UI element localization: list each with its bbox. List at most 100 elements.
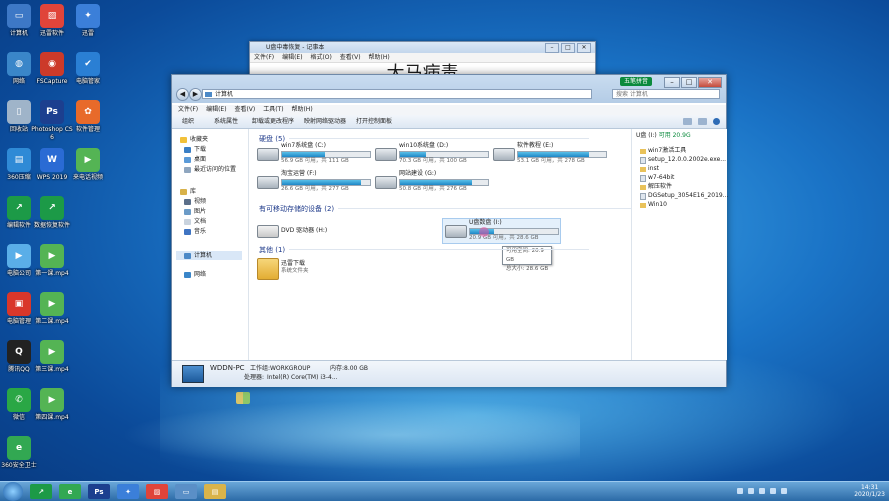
nav-libraries[interactable]: 库 xyxy=(180,187,196,196)
open-control-panel-button[interactable]: 打开控制面板 xyxy=(356,115,392,128)
forward-arrow-icon[interactable]: ▶ xyxy=(189,88,202,101)
drive-usage-bar xyxy=(281,179,371,186)
hard-drive-item[interactable]: 淘宝运营 (F:) 26.6 GB 可用，共 277 GB xyxy=(257,170,387,196)
desktop-icon-item[interactable]: ✿ 软件管理 xyxy=(66,100,110,134)
desktop-icon-item[interactable]: ▶ 第四课.mp4 xyxy=(30,388,74,422)
folder-icon xyxy=(640,166,646,172)
uninstall-program-button[interactable]: 卸载或更改程序 xyxy=(252,115,294,128)
drive-free-space: 26.6 GB 可用，共 277 GB xyxy=(281,186,349,192)
desktop-icon-item[interactable]: ▶ 第一课.mp4 xyxy=(30,244,74,278)
drive-usage-fill xyxy=(282,180,362,185)
desktop-icon-item[interactable]: ✔ 电脑管家 xyxy=(66,52,110,86)
preview-file-item[interactable]: Win10 xyxy=(640,201,667,209)
hard-drive-item[interactable]: 网站建设 (G:) 50.8 GB 可用，共 276 GB xyxy=(375,170,505,196)
nav-pictures[interactable]: 图片 xyxy=(184,207,206,216)
preview-file-item[interactable]: win7激活工具 xyxy=(640,147,686,155)
desktop-icon-item[interactable]: ▶ 第二课.mp4 xyxy=(30,292,74,326)
minimize-icon[interactable]: – xyxy=(664,77,680,88)
nav-downloads[interactable]: 下载 xyxy=(184,145,206,154)
address-bar[interactable]: 计算机 xyxy=(202,89,592,99)
desktop-icon-label: 数据恢复软件 xyxy=(33,222,70,229)
taskbar-app-button[interactable]: ▭ xyxy=(175,484,197,499)
close-icon[interactable]: ✕ xyxy=(577,43,591,53)
nav-videos[interactable]: 视频 xyxy=(184,197,206,206)
desktop-icon-item[interactable]: e 360安全卫士 xyxy=(0,436,41,470)
menu-view[interactable]: 查看(V) xyxy=(234,106,255,113)
hard-drive-item[interactable]: win10系统盘 (D:) 70.3 GB 可用，共 100 GB xyxy=(375,142,505,168)
workgroup-label: 工作组: xyxy=(250,365,271,372)
help-icon[interactable] xyxy=(713,118,720,125)
menu-tools[interactable]: 工具(T) xyxy=(263,106,283,113)
search-input[interactable]: 搜索 计算机 xyxy=(612,89,720,99)
tray-volume-icon[interactable] xyxy=(759,488,765,494)
wallpaper-glow-2 xyxy=(120,400,580,470)
app-icon: e xyxy=(7,436,31,460)
tray-network-icon[interactable] xyxy=(748,488,754,494)
desktop-icon-item[interactable]: ↗ 数据恢复软件 xyxy=(30,196,74,230)
menu-file[interactable]: 文件(F) xyxy=(178,106,198,113)
tray-battery-icon[interactable] xyxy=(781,488,787,494)
organize-button[interactable]: 组织 xyxy=(182,115,194,128)
explorer-window[interactable]: 五笔拼音 – □ ✕ ◀ ▶ 计算机 搜索 计算机 文件(F) 编辑(E) 查看… xyxy=(171,74,728,387)
map-network-drive-button[interactable]: 映射网络驱动器 xyxy=(304,115,346,128)
nav-favorites[interactable]: 收藏夹 xyxy=(180,135,208,144)
maximize-icon[interactable]: □ xyxy=(681,77,697,88)
group-removable[interactable]: 有可移动存储的设备 (2) xyxy=(259,204,639,214)
taskbar-app-button[interactable]: e xyxy=(59,484,81,499)
view-options-icon[interactable] xyxy=(683,118,692,125)
notepad-title: U盘中毒恢复 - 记事本 xyxy=(250,42,595,53)
close-icon[interactable]: ✕ xyxy=(698,77,722,88)
preview-file-item[interactable]: inst xyxy=(640,165,659,173)
menu-help[interactable]: 帮助(H) xyxy=(291,106,312,113)
hard-drive-item[interactable]: 软件教程 (E:) 53.1 GB 可用，共 278 GB xyxy=(493,142,623,168)
cpu-value: Intel(R) Core(TM) i3-4... xyxy=(267,374,338,381)
nav-music[interactable]: 音乐 xyxy=(184,227,206,236)
system-properties-button[interactable]: 系统属性 xyxy=(214,115,238,128)
menu-edit[interactable]: 编辑(E) xyxy=(206,106,226,113)
mouse-cursor-highlight xyxy=(479,227,489,237)
maximize-icon[interactable]: □ xyxy=(561,43,575,53)
hard-drive-item[interactable]: win7系统盘 (C:) 56.9 GB 可用，共 111 GB xyxy=(257,142,387,168)
nav-desktop[interactable]: 桌面 xyxy=(184,155,206,164)
dvd-drive[interactable]: DVD 驱动器 (H:) xyxy=(257,219,387,245)
notepad-menu-view[interactable]: 查看(V) xyxy=(340,54,361,61)
taskbar-app-button[interactable]: ▨ xyxy=(146,484,168,499)
usb-drive[interactable]: U盘数盘 (I:) 20.9 GB 可用，共 28.6 GB xyxy=(445,219,575,245)
desktop-icon-item[interactable]: ✦ 迅雷 xyxy=(66,4,110,38)
clock[interactable]: 14:31 2020/1/23 xyxy=(854,484,885,498)
desktop-icon-item[interactable]: ▶ 第三课.mp4 xyxy=(30,340,74,374)
notepad-menu-edit[interactable]: 编辑(E) xyxy=(282,54,302,61)
nav-documents[interactable]: 文档 xyxy=(184,217,206,226)
desktop-icon-item[interactable]: ▶ 来电话视频 xyxy=(66,148,110,182)
taskbar-app-button[interactable]: Ps xyxy=(88,484,110,499)
minimize-icon[interactable]: – xyxy=(545,43,559,53)
document-icon xyxy=(184,218,191,225)
nav-network[interactable]: 网络 xyxy=(184,270,206,279)
start-button[interactable] xyxy=(3,482,23,501)
app-icon: Ps xyxy=(40,100,64,124)
computer-icon xyxy=(205,92,212,97)
app-icon: ▭ xyxy=(7,4,31,28)
notepad-menu-help[interactable]: 帮助(H) xyxy=(369,54,390,61)
hard-drive-icon xyxy=(257,176,279,189)
tray-flag-icon[interactable] xyxy=(737,488,743,494)
group-other[interactable]: 其他 (1) xyxy=(259,245,591,255)
xunlei-download-folder[interactable]: 迅雷下载 系统文件夹 xyxy=(257,258,387,284)
ime-badge[interactable]: 五笔拼音 xyxy=(620,77,653,86)
preview-file-item[interactable]: DGSetup_3054E16_2019... xyxy=(640,192,728,200)
notepad-menu-format[interactable]: 格式(O) xyxy=(310,54,331,61)
preview-pane-icon[interactable] xyxy=(698,118,707,125)
app-icon: ▶ xyxy=(40,244,64,268)
taskbar-app-button[interactable]: ↗ xyxy=(30,484,52,499)
nav-computer[interactable]: 计算机 xyxy=(176,251,242,260)
back-arrow-icon[interactable]: ◀ xyxy=(176,88,189,101)
tray-security-icon[interactable] xyxy=(770,488,776,494)
preview-file-item[interactable]: w7-64bit xyxy=(640,174,674,182)
library-icon xyxy=(180,188,187,195)
notepad-menu-file[interactable]: 文件(F) xyxy=(254,54,274,61)
taskbar-app-button[interactable]: ▤ xyxy=(204,484,226,499)
nav-recent-places[interactable]: 最近访问的位置 xyxy=(184,165,236,174)
preview-file-item[interactable]: setup_12.0.0.2002e.exe... xyxy=(640,156,726,164)
preview-file-item[interactable]: 解压软件 xyxy=(640,183,672,191)
taskbar-app-button[interactable]: ✦ xyxy=(117,484,139,499)
